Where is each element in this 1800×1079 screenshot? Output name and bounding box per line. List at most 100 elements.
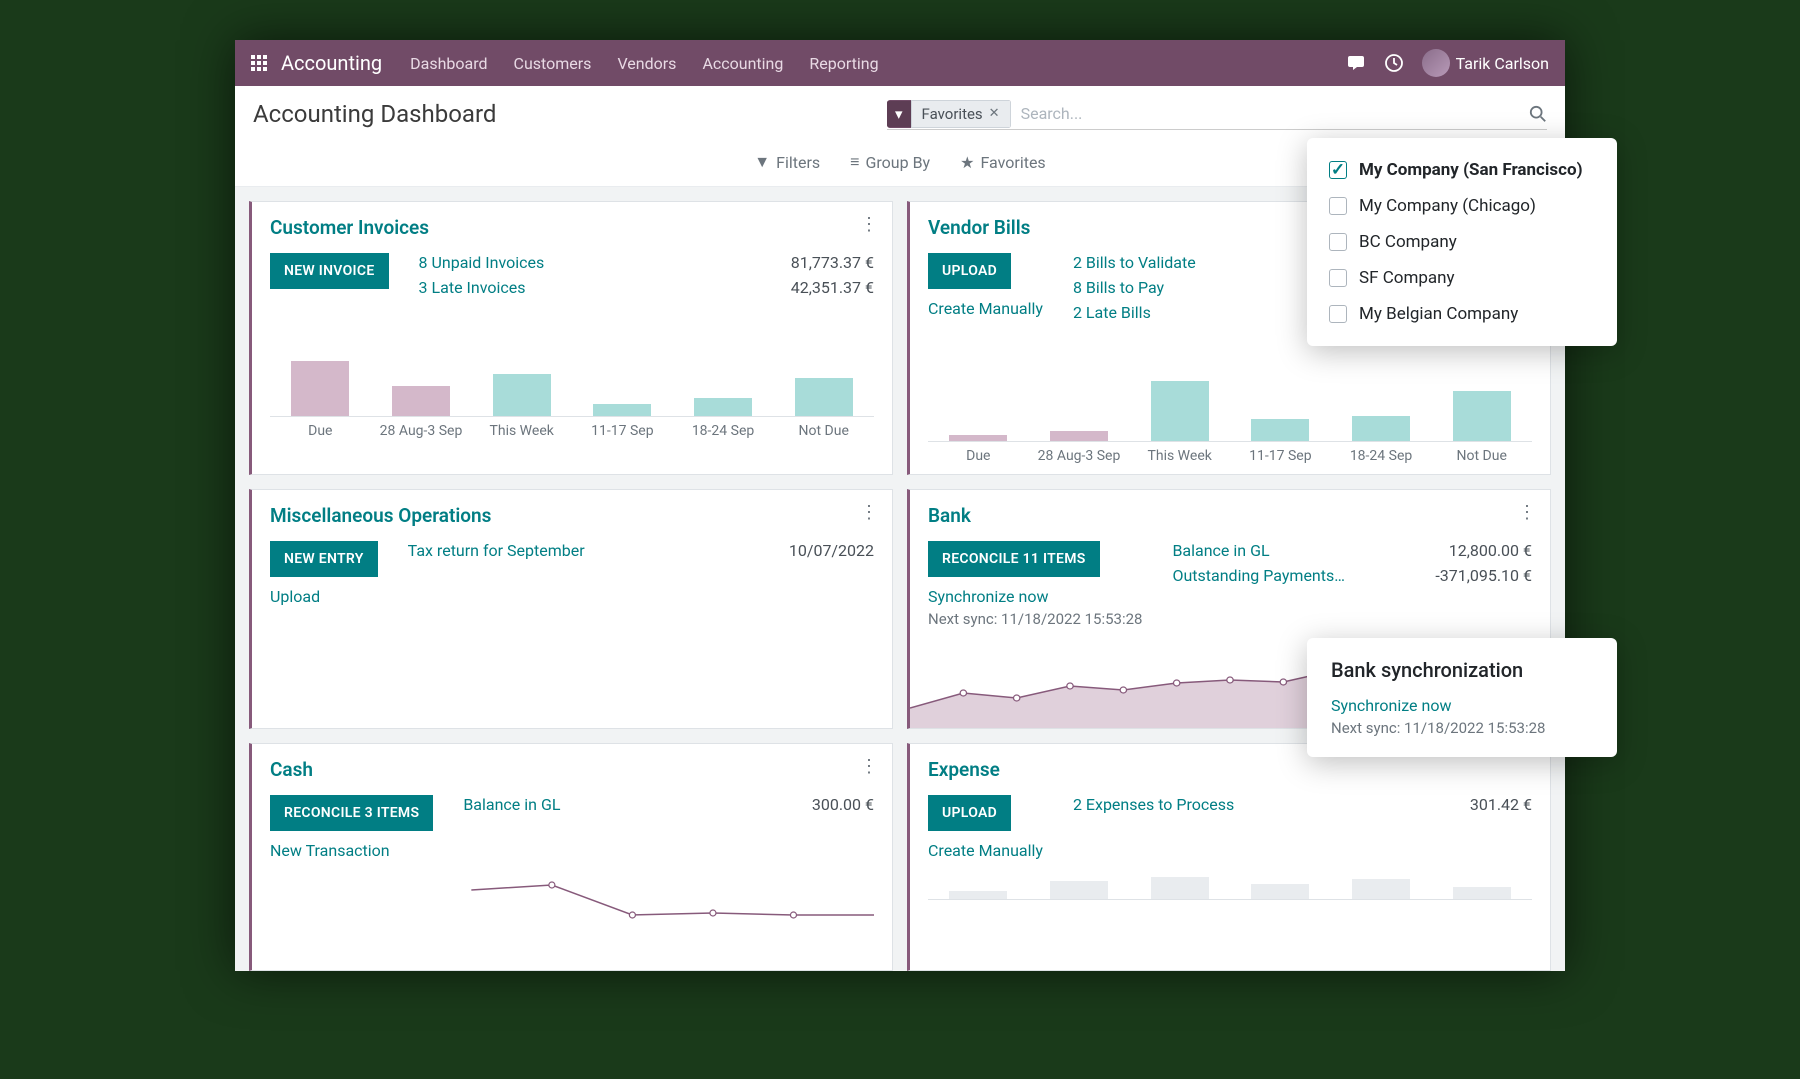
bar-label: This Week xyxy=(471,423,572,439)
expenses-process-link[interactable]: 2 Expenses to Process xyxy=(1073,795,1234,814)
bar-label: 11-17 Sep xyxy=(1230,448,1331,464)
favorites-button[interactable]: ★Favorites xyxy=(960,152,1046,172)
late-amount: 42,351.37 € xyxy=(791,278,874,297)
bar-label: 11-17 Sep xyxy=(572,423,673,439)
company-option[interactable]: ✓My Company (San Francisco) xyxy=(1329,152,1595,188)
new-invoice-button[interactable]: NEW INVOICE xyxy=(270,253,389,289)
search-icon[interactable] xyxy=(1529,105,1547,123)
reconcile-button[interactable]: RECONCILE 11 ITEMS xyxy=(928,541,1100,577)
clock-icon[interactable] xyxy=(1384,53,1404,73)
company-option[interactable]: My Company (Chicago) xyxy=(1329,188,1595,224)
checkbox-icon xyxy=(1329,305,1347,323)
card-title: Cash xyxy=(270,758,874,781)
nav-reporting[interactable]: Reporting xyxy=(809,54,878,73)
bar-label: Due xyxy=(928,448,1029,464)
next-sync-text: Next sync: 11/18/2022 15:53:28 xyxy=(928,610,1142,628)
search-bar: ▾ Favorites ✕ xyxy=(887,98,1547,130)
checkbox-icon xyxy=(1329,269,1347,287)
star-icon: ★ xyxy=(960,153,974,172)
nav-vendors[interactable]: Vendors xyxy=(617,54,676,73)
balance-gl-link[interactable]: Balance in GL xyxy=(1172,541,1345,560)
apps-grid-icon[interactable] xyxy=(251,55,267,71)
synchronize-now-link[interactable]: Synchronize now xyxy=(928,587,1142,606)
upload-button[interactable]: UPLOAD xyxy=(928,253,1011,289)
bills-pay-link[interactable]: 8 Bills to Pay xyxy=(1073,278,1196,297)
avatar xyxy=(1422,49,1450,77)
cash-line-chart xyxy=(270,880,874,960)
new-transaction-link[interactable]: New Transaction xyxy=(270,841,433,860)
upload-link[interactable]: Upload xyxy=(270,587,378,606)
expense-amount: 301.42 € xyxy=(1470,795,1532,814)
card-customer-invoices: ⋮ Customer Invoices NEW INVOICE 8 Unpaid… xyxy=(249,201,893,475)
tax-return-date: 10/07/2022 xyxy=(789,541,874,560)
kebab-icon[interactable]: ⋮ xyxy=(860,502,878,523)
nav-dashboard[interactable]: Dashboard xyxy=(410,54,487,73)
upload-button[interactable]: UPLOAD xyxy=(928,795,1011,831)
bar-label: Not Due xyxy=(773,423,874,439)
reconcile-button[interactable]: RECONCILE 3 ITEMS xyxy=(270,795,433,831)
layers-icon: ≡ xyxy=(850,152,859,172)
checkbox-icon xyxy=(1329,233,1347,251)
next-sync-text: Next sync: 11/18/2022 15:53:28 xyxy=(1331,719,1593,737)
unpaid-amount: 81,773.37 € xyxy=(791,253,874,272)
outstanding-value: -371,095.10 € xyxy=(1435,566,1532,585)
card-title: Expense xyxy=(928,758,1532,781)
bar-label: 18-24 Sep xyxy=(1331,448,1432,464)
company-option[interactable]: SF Company xyxy=(1329,260,1595,296)
user-name: Tarik Carlson xyxy=(1456,54,1549,73)
company-option[interactable]: My Belgian Company xyxy=(1329,296,1595,332)
filters-button[interactable]: ▼Filters xyxy=(754,152,820,172)
search-input[interactable] xyxy=(1011,98,1529,129)
bar-label: Not Due xyxy=(1431,448,1532,464)
bar-label: Due xyxy=(270,423,371,439)
nav-customers[interactable]: Customers xyxy=(514,54,592,73)
company-selector-popup: ✓My Company (San Francisco) My Company (… xyxy=(1307,138,1617,346)
expense-bar-chart xyxy=(928,870,1532,900)
invoices-bar-chart xyxy=(270,327,874,417)
bank-sync-popup: Bank synchronization Synchronize now Nex… xyxy=(1307,638,1617,757)
funnel-icon: ▾ xyxy=(887,101,911,127)
main-nav: Dashboard Customers Vendors Accounting R… xyxy=(410,54,878,73)
checkbox-icon: ✓ xyxy=(1329,161,1347,179)
checkbox-icon xyxy=(1329,197,1347,215)
filter-chip-label: Favorites xyxy=(922,105,983,123)
messages-icon[interactable] xyxy=(1346,54,1366,72)
outstanding-payments-link[interactable]: Outstanding Payments… xyxy=(1172,566,1345,585)
kebab-icon[interactable]: ⋮ xyxy=(1518,502,1536,523)
kebab-icon[interactable]: ⋮ xyxy=(860,756,878,777)
late-bills-link[interactable]: 2 Late Bills xyxy=(1073,303,1196,322)
card-title: Bank xyxy=(928,504,1532,527)
balance-gl-link[interactable]: Balance in GL xyxy=(463,795,560,814)
popup-title: Bank synchronization xyxy=(1331,658,1593,682)
filter-chip-favorites[interactable]: ▾ Favorites ✕ xyxy=(887,100,1011,128)
bills-validate-link[interactable]: 2 Bills to Validate xyxy=(1073,253,1196,272)
user-menu[interactable]: Tarik Carlson xyxy=(1422,49,1549,77)
bar-label: 18-24 Sep xyxy=(673,423,774,439)
balance-gl-value: 300.00 € xyxy=(812,795,874,814)
tax-return-link[interactable]: Tax return for September xyxy=(408,541,585,560)
nav-accounting[interactable]: Accounting xyxy=(702,54,783,73)
card-cash: ⋮ Cash RECONCILE 3 ITEMS New Transaction… xyxy=(249,743,893,971)
page-title: Accounting Dashboard xyxy=(253,100,496,128)
vendorbills-bar-chart xyxy=(928,352,1532,442)
groupby-button[interactable]: ≡Group By xyxy=(850,152,930,172)
late-invoices-link[interactable]: 3 Late Invoices xyxy=(419,278,545,297)
synchronize-now-link[interactable]: Synchronize now xyxy=(1331,696,1451,715)
close-icon[interactable]: ✕ xyxy=(989,106,1000,121)
bar-label: 28 Aug-3 Sep xyxy=(1029,448,1130,464)
unpaid-invoices-link[interactable]: 8 Unpaid Invoices xyxy=(419,253,545,272)
balance-gl-value: 12,800.00 € xyxy=(1435,541,1532,560)
card-title: Customer Invoices xyxy=(270,216,874,239)
create-manually-link[interactable]: Create Manually xyxy=(928,841,1043,860)
card-expense: Expense UPLOAD Create Manually 2 Expense… xyxy=(907,743,1551,971)
card-misc-operations: ⋮ Miscellaneous Operations NEW ENTRY Upl… xyxy=(249,489,893,729)
bar-label: 28 Aug-3 Sep xyxy=(371,423,472,439)
app-brand: Accounting xyxy=(281,51,382,75)
company-option[interactable]: BC Company xyxy=(1329,224,1595,260)
create-manually-link[interactable]: Create Manually xyxy=(928,299,1043,318)
kebab-icon[interactable]: ⋮ xyxy=(860,214,878,235)
card-title: Miscellaneous Operations xyxy=(270,504,874,527)
subbar: Accounting Dashboard ▾ Favorites ✕ xyxy=(235,86,1565,142)
funnel-icon: ▼ xyxy=(754,152,770,172)
new-entry-button[interactable]: NEW ENTRY xyxy=(270,541,378,577)
